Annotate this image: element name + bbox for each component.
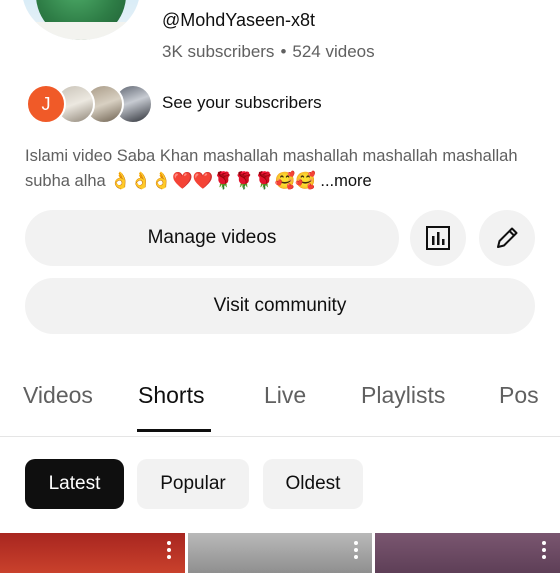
- tab-playlists[interactable]: Playlists: [361, 382, 445, 409]
- subscriber-count: 3K subscribers: [162, 42, 275, 61]
- avatar-base-image: [22, 22, 140, 40]
- filter-chip-popular[interactable]: Popular: [137, 459, 249, 509]
- tab-videos[interactable]: Videos: [23, 382, 93, 409]
- short-thumbnail[interactable]: [188, 533, 372, 573]
- filter-chip-latest[interactable]: Latest: [25, 459, 124, 509]
- channel-description[interactable]: Islami video Saba Khan mashallah mashall…: [25, 144, 535, 194]
- short-thumbnail[interactable]: [375, 533, 560, 573]
- more-vert-icon[interactable]: [167, 541, 171, 561]
- channel-avatar[interactable]: [22, 0, 140, 40]
- bar-chart-icon: [426, 226, 450, 250]
- manage-videos-button[interactable]: Manage videos: [25, 210, 399, 266]
- description-text: Islami video Saba Khan mashallah mashall…: [25, 147, 518, 190]
- channel-handle: @MohdYaseen-x8t: [162, 10, 316, 30]
- stats-separator: •: [280, 42, 287, 61]
- more-link[interactable]: ...more: [320, 172, 371, 190]
- subscriber-avatar: J: [26, 84, 66, 124]
- analytics-button[interactable]: [410, 210, 466, 266]
- active-tab-indicator: [137, 429, 211, 432]
- tab-shorts[interactable]: Shorts: [138, 382, 204, 409]
- edit-channel-button[interactable]: [479, 210, 535, 266]
- channel-tabs: Videos Shorts Live Playlists Pos: [0, 366, 560, 437]
- subscriber-avatars[interactable]: J: [26, 84, 153, 124]
- visit-community-button[interactable]: Visit community: [25, 278, 535, 334]
- channel-stats: 3K subscribers • 524 videos: [162, 42, 375, 62]
- see-subscribers-link[interactable]: See your subscribers: [162, 93, 322, 113]
- tab-posts[interactable]: Pos: [499, 382, 539, 409]
- pencil-icon: [497, 227, 518, 248]
- more-vert-icon[interactable]: [354, 541, 358, 561]
- tab-live[interactable]: Live: [264, 382, 306, 409]
- video-count: 524 videos: [292, 42, 375, 61]
- more-vert-icon[interactable]: [542, 541, 546, 561]
- short-thumbnail[interactable]: [0, 533, 185, 573]
- filter-chip-oldest[interactable]: Oldest: [263, 459, 363, 509]
